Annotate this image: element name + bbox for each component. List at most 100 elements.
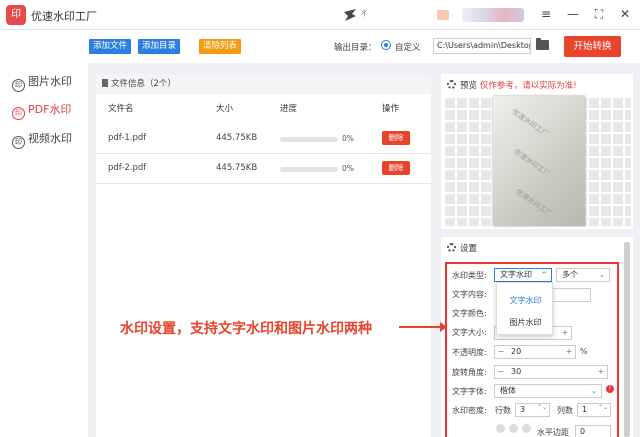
app-title: 优速水印工厂 (31, 10, 97, 23)
delete-button[interactable]: 删除 (382, 131, 410, 145)
progress-bar (280, 167, 338, 172)
column-header-action: 操作 (382, 104, 400, 114)
settings-scrollbar[interactable] (624, 242, 630, 437)
sidebar-item-label: 视频水印 (28, 132, 72, 145)
annotation-arrow (399, 322, 447, 332)
sidebar-item-video-watermark[interactable]: 印视频水印 (12, 130, 72, 149)
close-icon[interactable]: ✕ (617, 6, 633, 22)
user-mark: ㄔ (360, 9, 368, 18)
opacity-label: 不透明度: (452, 348, 487, 357)
dropdown-option-image[interactable]: 图片水印 (497, 317, 554, 328)
title-bar: 印 优速水印工厂 ㄔ ≡ — ⛶ ✕ (0, 0, 640, 30)
folder-icon[interactable] (536, 38, 549, 50)
horizontal-margin-stepper[interactable]: 0 (575, 425, 611, 437)
watermark-text: 优速水印工厂 (510, 107, 550, 139)
cols-value: 1 (582, 405, 588, 414)
plus-icon[interactable]: + (559, 327, 571, 339)
rotation-stepper[interactable]: −30 + (494, 365, 608, 379)
column-header-progress: 进度 (280, 104, 298, 114)
watermark-text: 优速水印工厂 (512, 147, 552, 179)
custom-dir-label: 自定义 (395, 43, 421, 53)
swatch-icon[interactable] (509, 424, 518, 433)
rows-label: 行数 (495, 406, 511, 415)
preview-header: 预览 仅作参考，请以实际为准! (447, 79, 577, 91)
progress-bar (280, 137, 338, 142)
preview-title: 预览 (460, 81, 478, 91)
rotation-label: 旋转角度: (452, 368, 487, 377)
file-panel-header: 文件信息（2个） (96, 74, 431, 94)
blurred-user-info[interactable] (462, 8, 524, 22)
font-select[interactable]: 楷体 ⌄ (494, 384, 602, 398)
watermark-text: 优速水印工厂 (514, 187, 554, 219)
cols-label: 列数 (557, 406, 573, 415)
file-name: pdf-2.pdf (108, 163, 147, 173)
spin-arrows-icon[interactable]: ⌃⌄ (598, 402, 608, 414)
progress-percent: 0% (342, 134, 354, 143)
clear-list-button[interactable]: 清除列表 (199, 39, 242, 54)
watermark-type-label: 水印类型: (452, 271, 487, 280)
rows-stepper[interactable]: 3 ⌃⌄ (515, 403, 550, 417)
file-size: 445.75KB (216, 163, 258, 173)
table-row: pdf-2.pdf 445.75KB 0% 删除 (96, 154, 431, 184)
text-size-label: 文字大小: (452, 328, 487, 337)
sidebar-item-label: 图片水印 (28, 75, 72, 88)
menu-icon[interactable]: ≡ (538, 6, 554, 22)
watermark-type-select[interactable]: 文字水印 ^ (494, 268, 552, 282)
font-value: 楷体 (500, 386, 516, 395)
rotation-value: 30 (511, 367, 522, 376)
app-logo: 印 (6, 5, 26, 25)
file-info-panel: 文件信息（2个） 文件名 大小 进度 操作 pdf-1.pdf 445.75KB… (96, 74, 431, 437)
opacity-stepper[interactable]: −20 + (494, 345, 576, 359)
start-convert-button[interactable]: 开始转换 (564, 36, 621, 57)
gear-icon (447, 80, 456, 89)
plus-icon[interactable]: + (563, 346, 575, 358)
settings-title: 设置 (460, 244, 478, 254)
text-color-label: 文字颜色: (452, 309, 487, 318)
file-size: 445.75KB (216, 133, 258, 143)
watermark-type-dropdown: 文字水印 图片水印 (496, 282, 553, 335)
toolbar: 添加文件 添加目录 清除列表 输出目录： 自定义 C:\Users\admin\… (88, 30, 640, 63)
horizontal-margin-value: 0 (580, 427, 586, 436)
swatch-icon[interactable] (496, 424, 505, 433)
alert-icon: ! (606, 385, 614, 393)
preview-panel: 预览 仅作参考，请以实际为准! 优速水印工厂 优速水印工厂 优速水印工厂 (441, 74, 633, 229)
restore-icon[interactable]: ⛶ (591, 6, 607, 22)
preview-document: 优速水印工厂 优速水印工厂 优速水印工厂 (493, 96, 585, 226)
preview-canvas: 优速水印工厂 优速水印工厂 优速水印工厂 (443, 96, 631, 226)
swatch-icon[interactable] (522, 424, 531, 433)
blurred-badge (437, 10, 449, 20)
annotation-text: 水印设置，支持文字水印和图片水印两种 (120, 321, 372, 337)
minus-icon[interactable]: − (495, 346, 507, 358)
font-label: 文字字体: (452, 387, 487, 396)
preview-warning: 仅作参考，请以实际为准! (479, 81, 577, 91)
chevron-down-icon: ⌄ (591, 387, 597, 395)
cols-stepper[interactable]: 1 ⌃⌄ (577, 403, 611, 417)
output-path-field[interactable]: C:\Users\admin\Desktop (433, 38, 531, 54)
minimize-icon[interactable]: — (565, 6, 581, 22)
custom-dir-radio[interactable] (381, 40, 391, 50)
watermark-count-select[interactable]: 多个 ⌄ (556, 268, 610, 282)
rows-value: 3 (520, 405, 526, 414)
sidebar-item-pdf-watermark[interactable]: 印 PDF水印 (12, 101, 72, 120)
minus-icon[interactable]: − (495, 366, 507, 378)
watermark-count-value: 多个 (562, 270, 578, 279)
spin-arrows-icon[interactable]: ⌃⌄ (537, 402, 547, 414)
file-panel-title: 文件信息（2个） (111, 79, 176, 89)
plus-icon[interactable]: + (595, 366, 607, 378)
chevron-up-icon: ^ (541, 271, 547, 279)
text-content-input[interactable] (551, 288, 591, 302)
dropdown-option-text[interactable]: 文字水印 (497, 295, 554, 306)
add-directory-button[interactable]: 添加目录 (138, 39, 181, 54)
watermark-type-value: 文字水印 (500, 270, 532, 279)
output-dir-label: 输出目录： (334, 43, 377, 53)
sidebar-item-label: PDF水印 (28, 103, 72, 116)
horizontal-margin-label: 水平边距 (537, 428, 569, 437)
file-name: pdf-1.pdf (108, 133, 147, 143)
sidebar: 印图片水印 印 PDF水印 印视频水印 (0, 30, 88, 437)
delete-button[interactable]: 删除 (382, 161, 410, 175)
sidebar-item-image-watermark[interactable]: 印图片水印 (12, 73, 72, 92)
density-label: 水印密度: (452, 406, 487, 415)
chevron-down-icon: ⌄ (599, 271, 605, 279)
add-file-button[interactable]: 添加文件 (89, 39, 132, 54)
opacity-unit: % (580, 347, 588, 356)
